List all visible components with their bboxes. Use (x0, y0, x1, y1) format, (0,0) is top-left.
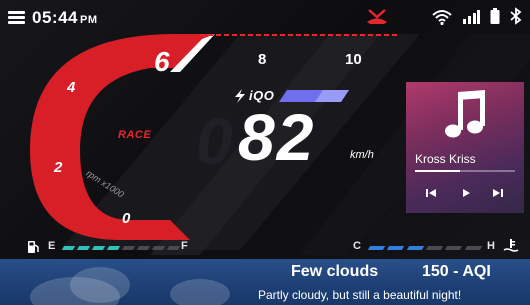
weather-description: Partly cloudy, but still a beautiful nig… (258, 288, 462, 302)
rpm-tick-0: 0 (122, 210, 131, 227)
weather-condition: Few clouds (291, 263, 379, 280)
level-segment (76, 246, 91, 250)
signal-icon (463, 10, 480, 24)
level-segment (121, 246, 136, 250)
level-segment (151, 246, 166, 250)
cloud-shape (170, 279, 230, 305)
level-segment (106, 246, 121, 250)
wifi-icon (432, 10, 452, 25)
level-segment (136, 246, 151, 250)
dashboard: 05:44 PM 4 6 2 0 RACE rpm x1000 8 10 iQO… (0, 0, 530, 305)
level-segment (464, 246, 483, 250)
next-icon[interactable] (490, 186, 506, 200)
bluetooth-icon[interactable] (509, 7, 523, 25)
rpm-tick-2: 2 (54, 159, 63, 176)
temp-cold-label: C (353, 240, 361, 252)
track-title: Kross Kriss (415, 152, 476, 166)
track-progress-bar[interactable] (415, 170, 515, 172)
ride-mode-label: RACE (118, 129, 152, 141)
temperature-level-bar (366, 240, 483, 256)
music-note-icon (445, 90, 485, 138)
level-segment (406, 246, 425, 250)
level-segment (61, 246, 76, 250)
level-segment (91, 246, 106, 250)
speed-value: 82 (238, 100, 316, 174)
weather-banner[interactable]: Few clouds 150 - AQI Partly cloudy, but … (0, 259, 530, 305)
level-segment (367, 246, 386, 250)
cloud-shape (70, 267, 130, 303)
rpm-tick-4: 4 (67, 79, 76, 96)
rpm-tick-8: 8 (258, 51, 267, 68)
track-progress-fill (415, 170, 460, 172)
level-segment (445, 246, 463, 250)
rpm-tick-6: 6 (154, 46, 170, 77)
fuel-level-bar (60, 240, 181, 256)
level-segment (425, 246, 444, 250)
previous-icon[interactable] (424, 186, 440, 200)
battery-icon (490, 8, 500, 24)
air-quality-index: 150 - AQI (422, 263, 491, 280)
speed-ghost-digit: 0 (196, 104, 233, 178)
fuel-full-label: F (181, 240, 188, 252)
media-card[interactable]: Kross Kriss (406, 82, 524, 213)
missed-call-icon[interactable] (366, 7, 388, 25)
fuel-empty-label: E (48, 240, 56, 252)
temp-hot-label: H (487, 240, 495, 252)
level-segment (166, 246, 181, 250)
speed-unit: km/h (350, 149, 374, 161)
coolant-temp-icon (503, 239, 519, 252)
fuel-pump-icon (28, 241, 39, 253)
level-segment (387, 246, 405, 250)
rpm-tick-10: 10 (345, 51, 362, 68)
play-icon[interactable] (458, 186, 474, 200)
rev-scale-ticks (200, 34, 400, 36)
